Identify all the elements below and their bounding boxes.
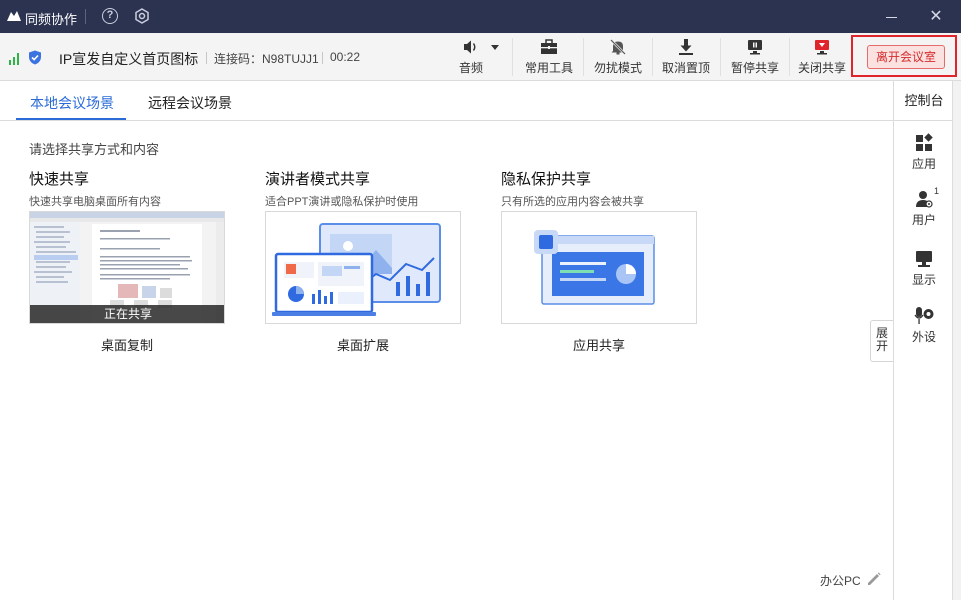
side-item-label: 外设	[911, 330, 936, 344]
gear-icon[interactable]	[134, 8, 150, 24]
help-icon[interactable]: ?	[102, 8, 118, 24]
quick-share-card[interactable]: 快速共享 快速共享电脑桌面所有内容 正在共享 桌面复制	[29, 168, 229, 353]
unpin-icon	[679, 39, 693, 55]
audio-button[interactable]: 音频	[457, 37, 503, 77]
toolbox-icon	[541, 39, 557, 54]
stop-share-label: 关闭共享	[797, 61, 846, 75]
user-count-badge: 1	[934, 186, 940, 196]
card-title: 隐私保护共享	[501, 171, 592, 188]
toolbar-divider	[789, 38, 790, 76]
speaker-icon	[464, 40, 476, 54]
card-name: 桌面复制	[100, 338, 153, 353]
meeting-title: IP宣发自定义首页图标	[59, 51, 199, 67]
close-icon[interactable]: ✕	[928, 9, 944, 25]
shield-icon	[29, 50, 41, 65]
apps-grid-icon	[916, 133, 933, 151]
pause-share-icon	[748, 40, 762, 55]
control-panel: 控制台 应用 1 用户 显示 外设	[893, 81, 954, 600]
share-instruction: 请选择共享方式和内容	[29, 142, 160, 157]
title-divider	[85, 9, 86, 24]
pause-share-button[interactable]: 暂停共享	[728, 37, 782, 77]
side-item-label: 用户	[911, 213, 936, 227]
toolbar-divider	[652, 38, 653, 76]
toolbar-divider	[322, 52, 323, 64]
card-description: 只有所选的应用内容会被共享	[501, 196, 644, 208]
card-description: 适合PPT演讲或隐私保护时使用	[265, 196, 419, 208]
app-window-illustration	[534, 230, 655, 305]
title-bar: 同频协作 ? ✕	[0, 0, 961, 33]
toolbar-divider	[583, 38, 584, 76]
side-item-label: 显示	[911, 273, 936, 287]
audio-label: 音频	[459, 61, 484, 75]
card-title: 快速共享	[29, 171, 90, 188]
do-not-disturb-label: 勿扰模式	[593, 61, 642, 75]
tools-label: 常用工具	[524, 61, 573, 75]
card-description: 快速共享电脑桌面所有内容	[29, 196, 161, 208]
meeting-toolbar: IP宣发自定义首页图标 连接码：N98TUJJ1 00:22 音频 常用工具 勿…	[0, 33, 961, 81]
scene-tabs: 本地会议场景 远程会议场景	[0, 81, 893, 121]
toolbar-divider	[206, 52, 207, 64]
side-item-display[interactable]: 显示	[894, 249, 954, 288]
unpin-button[interactable]: 取消置顶	[659, 37, 713, 77]
sharing-status-badge: 正在共享	[30, 305, 224, 323]
do-not-disturb-button[interactable]: 勿扰模式	[591, 37, 645, 77]
expand-panel-button[interactable]: 展开	[870, 320, 893, 362]
app-share-illustration[interactable]	[501, 211, 697, 324]
presenter-share-card[interactable]: 演讲者模式共享 适合PPT演讲或隐私保护时使用 桌面扩展	[265, 168, 465, 353]
leave-room-button[interactable]: 离开会议室	[867, 45, 945, 69]
unpin-label: 取消置顶	[661, 61, 710, 75]
privacy-share-card[interactable]: 隐私保护共享 只有所选的应用内容会被共享 应用共享	[501, 168, 701, 353]
card-title: 演讲者模式共享	[265, 171, 371, 188]
toolbar-divider	[720, 38, 721, 76]
meeting-duration: 00:22	[330, 50, 361, 64]
leave-button-highlight: 离开会议室	[851, 35, 957, 77]
minimize-button[interactable]	[883, 10, 901, 24]
tools-button[interactable]: 常用工具	[522, 37, 576, 77]
side-item-peripherals[interactable]: 外设	[894, 306, 954, 345]
window-edge	[953, 81, 961, 600]
stop-share-button[interactable]: 关闭共享	[795, 37, 849, 77]
connection-code: 连接码：N98TUJJ1	[214, 52, 319, 66]
desktop-preview-thumbnail[interactable]: 正在共享	[29, 211, 225, 324]
mic-camera-icon	[914, 307, 934, 324]
card-name: 应用共享	[572, 338, 625, 353]
extend-screen-illustration	[272, 223, 441, 316]
bell-off-icon	[610, 39, 626, 55]
signal-icon	[9, 53, 21, 65]
toolbar-divider	[512, 38, 513, 76]
app-logo-icon	[7, 11, 21, 21]
card-name: 桌面扩展	[336, 338, 389, 353]
side-item-apps[interactable]: 应用	[894, 133, 954, 172]
pause-share-label: 暂停共享	[730, 61, 779, 75]
stop-share-icon	[815, 40, 829, 55]
side-item-users[interactable]: 1 用户	[894, 186, 954, 228]
active-tab-indicator	[16, 118, 126, 120]
tab-local-scene[interactable]: 本地会议场景	[30, 93, 114, 113]
side-item-label: 应用	[911, 157, 936, 171]
app-title: 同频协作	[25, 12, 78, 27]
control-panel-title: 控制台	[894, 81, 954, 121]
chevron-down-icon[interactable]	[491, 45, 499, 51]
tab-remote-scene[interactable]: 远程会议场景	[148, 93, 232, 113]
desktop-extend-illustration[interactable]	[265, 211, 461, 324]
device-name: 办公PC	[820, 574, 861, 588]
monitor-icon	[916, 251, 932, 267]
user-icon	[916, 191, 933, 208]
pencil-icon[interactable]	[866, 571, 882, 587]
